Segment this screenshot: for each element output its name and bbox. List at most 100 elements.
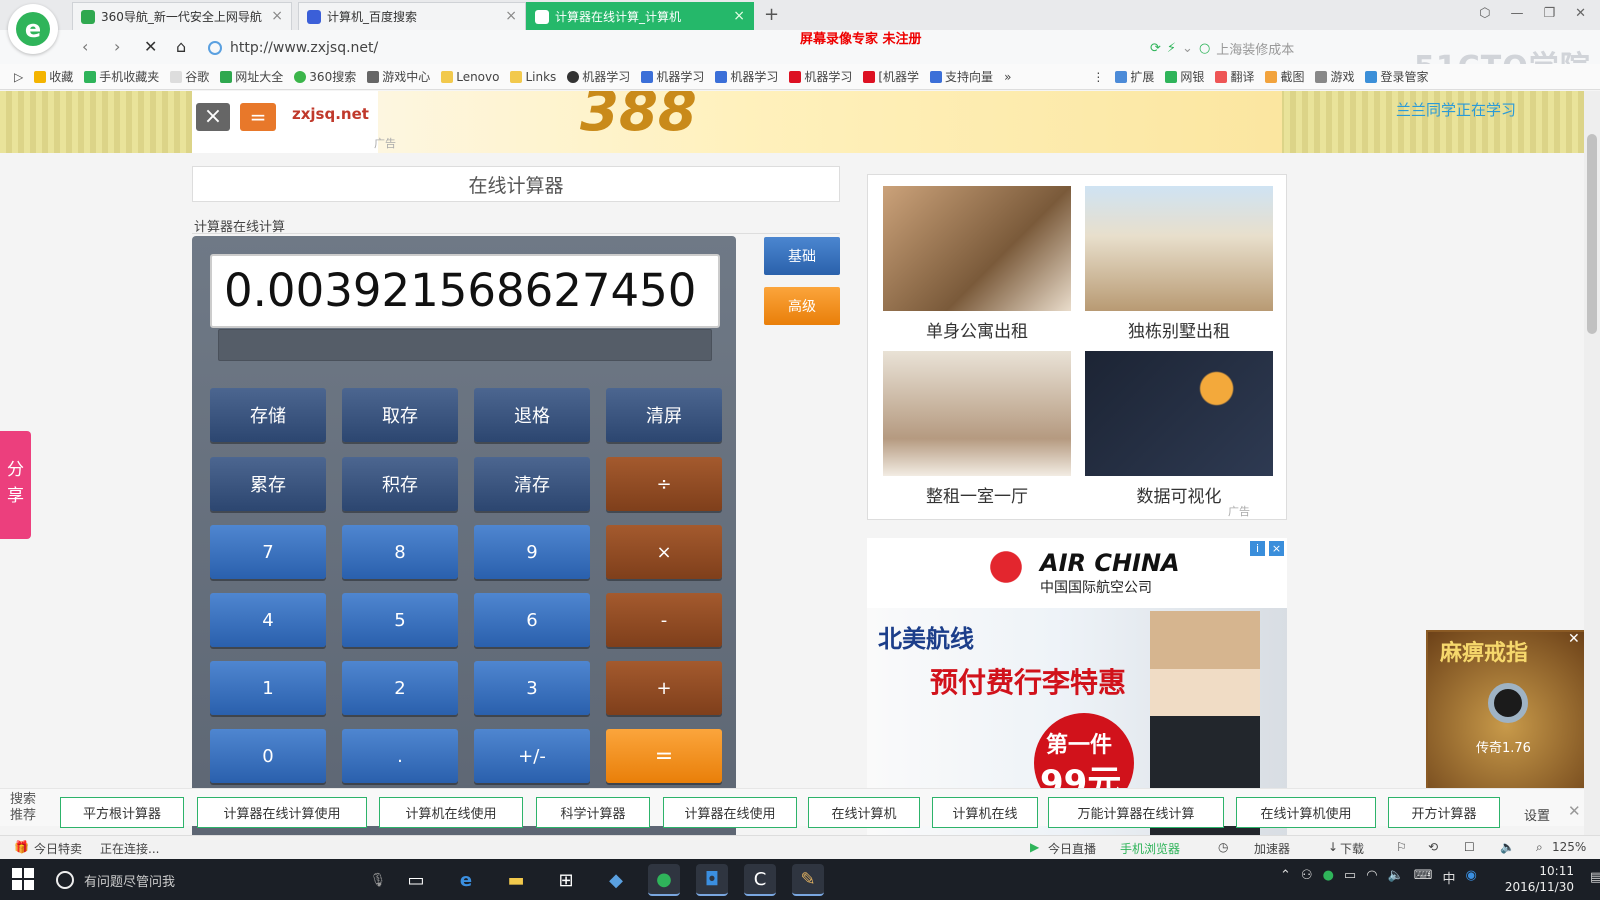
minimize-icon[interactable]: — <box>1510 6 1523 21</box>
calc-key[interactable]: 取存 <box>342 388 458 442</box>
search-recommend-item[interactable]: 计算机在线 <box>932 797 1038 828</box>
search-box[interactable]: ⟳ ⚡ ⌄ ○ 上海装修成本 <box>1150 36 1380 60</box>
camtasia-icon[interactable]: C <box>744 864 776 896</box>
rental-photo[interactable] <box>883 351 1071 476</box>
calc-key[interactable]: × <box>606 525 722 579</box>
refresh-icon[interactable]: ⟳ <box>1150 41 1161 56</box>
home-icon[interactable]: ⌂ <box>176 37 186 56</box>
bookmark-item[interactable]: 支持向量 <box>930 68 993 85</box>
calc-key[interactable]: ÷ <box>606 457 722 511</box>
360-tray-icon[interactable]: ● <box>1323 868 1334 887</box>
calc-key[interactable]: 4 <box>210 593 326 647</box>
calc-key[interactable]: 8 <box>342 525 458 579</box>
calc-key[interactable]: 1 <box>210 661 326 715</box>
more-icon[interactable]: ⋮ <box>1092 70 1104 84</box>
bookmark-item[interactable]: 机器学习 <box>715 68 778 85</box>
calc-key[interactable]: 清屏 <box>606 388 722 442</box>
back-icon[interactable]: ‹ <box>82 37 88 56</box>
restore-icon[interactable]: ❐ <box>1543 6 1555 21</box>
search-recommend-item[interactable]: 计算器在线使用 <box>663 797 797 828</box>
stop-icon[interactable]: ✕ <box>144 37 157 56</box>
history-icon[interactable]: ◷ <box>1218 840 1228 854</box>
battery-icon[interactable]: ▭ <box>1344 868 1356 887</box>
edge-icon[interactable]: e <box>450 864 482 896</box>
file-explorer-icon[interactable]: ▬ <box>500 864 532 896</box>
keyboard-icon[interactable]: ⌨ <box>1414 868 1433 887</box>
rental-label[interactable]: 单身公寓出租 <box>883 317 1071 342</box>
search-recommend-item[interactable]: 计算机在线使用 <box>379 797 523 828</box>
calc-key[interactable]: 9 <box>474 525 590 579</box>
calc-key[interactable]: 退格 <box>474 388 590 442</box>
rental-label[interactable]: 整租一室一厅 <box>883 482 1071 507</box>
outlook-icon[interactable]: ◘ <box>696 864 728 896</box>
close-icon[interactable]: × <box>1269 541 1284 556</box>
rental-photo[interactable] <box>883 186 1071 311</box>
windows-start-icon[interactable] <box>12 868 34 890</box>
sound-icon[interactable]: 🔈 <box>1500 840 1515 854</box>
lightning-icon[interactable]: ⚡ <box>1167 41 1176 56</box>
sidebar-toggle-icon[interactable]: ▷ <box>14 70 23 84</box>
close-icon[interactable]: ✕ <box>1568 802 1581 820</box>
microphone-icon[interactable]: 🎙 <box>369 873 386 888</box>
calc-key[interactable]: 存储 <box>210 388 326 442</box>
calc-key[interactable]: +/- <box>474 729 590 783</box>
calc-key[interactable]: + <box>606 661 722 715</box>
search-recommend-item[interactable]: 科学计算器 <box>536 797 650 828</box>
plus-icon[interactable]: + <box>764 4 779 25</box>
calc-key[interactable]: 0 <box>210 729 326 783</box>
close-icon[interactable]: × <box>733 8 745 24</box>
bookmark-item[interactable]: 网址大全 <box>220 68 283 85</box>
deals-link[interactable]: 今日特卖 <box>34 840 82 857</box>
calc-key[interactable]: 清存 <box>474 457 590 511</box>
close-icon[interactable]: ✕ <box>1568 631 1580 647</box>
live-link[interactable]: 今日直播 <box>1048 840 1096 857</box>
bookmark-item[interactable]: 收藏 <box>34 68 73 85</box>
network-icon[interactable]: ◉ <box>1466 868 1477 887</box>
bookmark-item[interactable]: 机器学习 <box>789 68 852 85</box>
mobile-browser-link[interactable]: 手机浏览器 <box>1120 840 1180 857</box>
mode-basic-button[interactable]: 基础 <box>764 237 840 275</box>
bookmark-item[interactable]: 游戏中心 <box>367 68 430 85</box>
toolbar-item[interactable]: 网银 <box>1165 68 1204 85</box>
share-button[interactable]: 分 享 <box>0 431 31 539</box>
search-recommend-item[interactable]: 开方计算器 <box>1388 797 1500 828</box>
settings-link[interactable]: 设置 <box>1524 805 1550 824</box>
calc-key[interactable]: - <box>606 593 722 647</box>
calc-key[interactable]: 积存 <box>342 457 458 511</box>
rental-label[interactable]: 独栋别墅出租 <box>1085 317 1273 342</box>
app-icon[interactable]: ◆ <box>600 864 632 896</box>
forward-icon[interactable]: › <box>114 37 120 56</box>
ime-indicator[interactable]: 中 <box>1443 868 1456 887</box>
search-recommend-item[interactable]: 平方根计算器 <box>60 797 184 828</box>
calc-key[interactable]: 7 <box>210 525 326 579</box>
download-link[interactable]: 下载 <box>1340 840 1364 857</box>
close-icon[interactable]: × <box>271 8 283 24</box>
chevron-down-icon[interactable]: ⌄ <box>1182 41 1193 56</box>
scrollbar-thumb[interactable] <box>1587 134 1597 334</box>
info-icon[interactable]: i <box>1250 541 1265 556</box>
calc-key[interactable]: . <box>342 729 458 783</box>
zoom-level[interactable]: 125% <box>1552 840 1586 854</box>
calc-key[interactable]: 6 <box>474 593 590 647</box>
bookmark-item[interactable]: 360搜索 <box>294 68 356 85</box>
window-icon[interactable]: ☐ <box>1464 840 1475 854</box>
360-browser-icon[interactable]: ● <box>648 864 680 896</box>
toolbar-item[interactable]: 翻译 <box>1215 68 1254 85</box>
people-icon[interactable]: ⚇ <box>1301 868 1313 887</box>
wifi-icon[interactable]: ◠ <box>1366 868 1377 887</box>
tab-baidu-search[interactable]: 计算机_百度搜索 × <box>298 2 526 30</box>
calc-key[interactable]: 2 <box>342 661 458 715</box>
bookmark-item[interactable]: 机器学习 <box>567 68 630 85</box>
paint-icon[interactable]: ✎ <box>792 864 824 896</box>
bookmark-item[interactable]: Lenovo <box>441 70 499 84</box>
chevron-up-icon[interactable]: ⌃ <box>1280 868 1291 887</box>
calc-key[interactable]: 3 <box>474 661 590 715</box>
calc-key[interactable]: 累存 <box>210 457 326 511</box>
volume-icon[interactable]: 🔈 <box>1388 868 1404 887</box>
flag-icon[interactable]: ⚐ <box>1396 840 1407 854</box>
task-view-icon[interactable]: ▭ <box>400 864 432 896</box>
tab-calculator[interactable]: 计算器在线计算_计算机 × <box>526 2 754 30</box>
rental-photo[interactable] <box>1085 186 1273 311</box>
skin-icon[interactable]: ⬡ <box>1479 6 1490 21</box>
bookmark-item[interactable]: 手机收藏夹 <box>84 68 159 85</box>
